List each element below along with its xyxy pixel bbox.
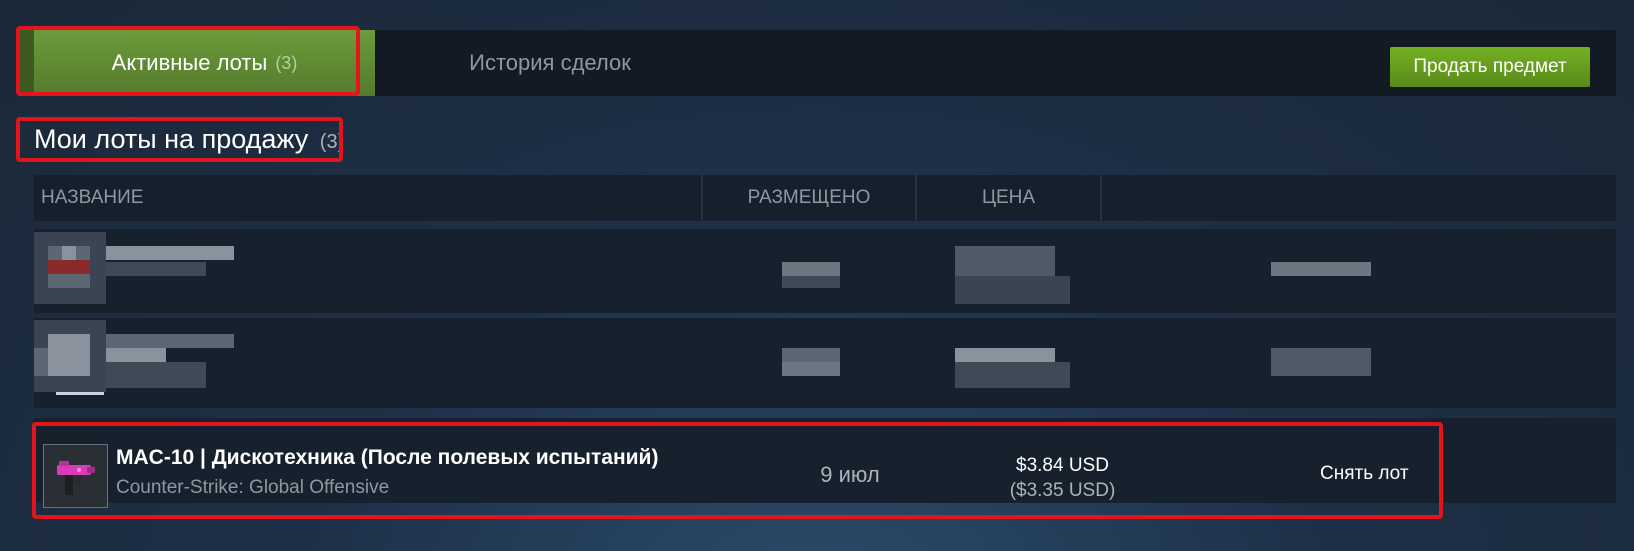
redacted-item-name [106, 334, 234, 348]
redacted-date [782, 348, 840, 362]
column-header-listed[interactable]: РАЗМЕЩЕНО [703, 175, 915, 221]
highlight-active-tab [16, 26, 360, 96]
highlight-section-title [16, 117, 343, 162]
redacted-item-thumbnail [34, 320, 106, 395]
column-header-name[interactable]: НАЗВАНИЕ [41, 175, 143, 221]
column-separator [1100, 175, 1102, 221]
redacted-item-name [106, 348, 166, 362]
redacted-item-name [106, 246, 234, 260]
column-header-price[interactable]: ЦЕНА [917, 175, 1100, 221]
redacted-price-sub [955, 276, 1070, 304]
redacted-price-sub [955, 362, 1070, 388]
sell-item-button[interactable]: Продать предмет [1390, 47, 1590, 87]
redacted-price [955, 348, 1055, 362]
tab-history-label: История сделок [469, 50, 631, 75]
redacted-date [782, 262, 840, 276]
tab-history[interactable]: История сделок [400, 30, 700, 96]
redacted-date [782, 362, 840, 376]
redacted-price [955, 246, 1055, 276]
redacted-action [1271, 348, 1371, 376]
redacted-item-thumbnail [34, 232, 106, 304]
highlight-listing-row [32, 422, 1443, 519]
redacted-date [782, 276, 840, 288]
redacted-item-game [106, 362, 206, 388]
redacted-item-game [106, 262, 206, 276]
redacted-action [1271, 262, 1371, 276]
